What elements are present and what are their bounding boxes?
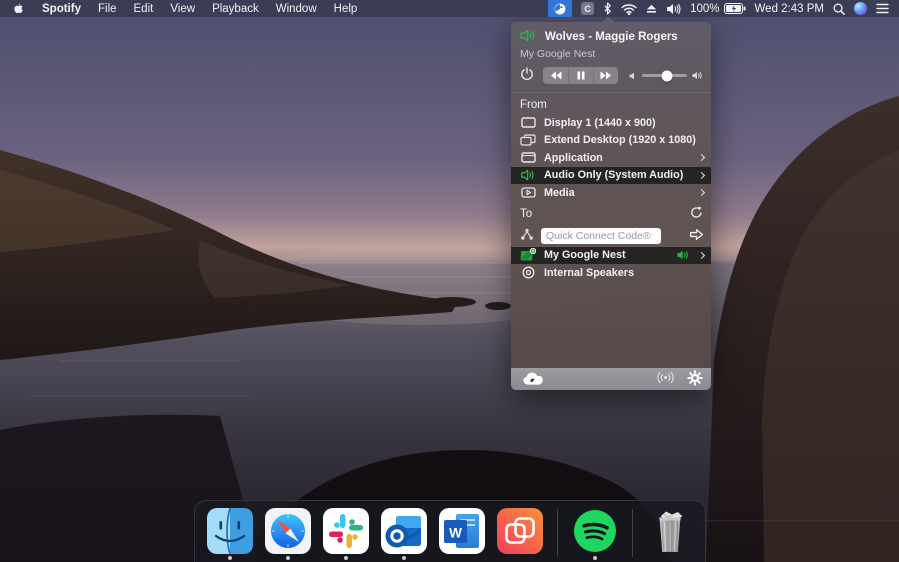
rewind-button[interactable] (543, 67, 568, 84)
volume-slider-thumb[interactable] (661, 70, 673, 81)
airparrot-cloud-icon[interactable] (520, 370, 550, 389)
running-indicator-dot (401, 556, 406, 560)
now-playing-header: Wolves - Maggie Rogers My Google Nest (511, 22, 711, 63)
panel-empty-area (511, 282, 711, 369)
menu-view[interactable]: View (170, 3, 195, 15)
dock-item-airparrot[interactable] (496, 508, 543, 560)
catalina-wallpaper-art (0, 0, 899, 562)
svg-text:W: W (449, 526, 462, 541)
volume-slider[interactable] (642, 70, 687, 81)
dock-item-safari[interactable] (264, 508, 311, 560)
connect-arrow-icon[interactable] (689, 228, 704, 244)
spotlight-search-icon[interactable] (833, 3, 845, 15)
volume-max-icon[interactable] (692, 71, 703, 80)
desktop-wallpaper (0, 0, 899, 562)
application-window-icon (520, 152, 536, 163)
airparrot-app-icon (496, 508, 543, 554)
from-item-audio-only[interactable]: Audio Only (System Audio) (511, 166, 711, 184)
to-item-google-nest[interactable]: My Google Nest (511, 246, 711, 264)
running-indicator-dot (285, 556, 290, 560)
running-indicator-dot (592, 556, 597, 560)
now-playing-device: My Google Nest (520, 48, 596, 60)
menu-bar: Spotify File Edit View Playback Window H… (0, 0, 899, 17)
spotify-icon (572, 508, 618, 554)
volume-control (629, 70, 703, 81)
from-item-application[interactable]: Application (511, 149, 711, 167)
running-indicator-dot (343, 556, 348, 560)
bluetooth-icon[interactable] (603, 2, 612, 15)
quick-connect-code-input[interactable] (541, 227, 661, 244)
quick-connect-row (511, 225, 711, 247)
now-playing-title: Wolves - Maggie Rogers (545, 31, 678, 43)
internal-speakers-icon (520, 266, 536, 279)
from-item-extend-desktop[interactable]: Extend Desktop (1920 x 1080) (511, 132, 711, 150)
word-icon: W (438, 508, 485, 554)
trash-full-icon (647, 508, 693, 554)
menu-playback[interactable]: Playback (212, 3, 259, 15)
dock: W (193, 500, 706, 562)
menu-file[interactable]: File (98, 3, 117, 15)
panel-footer (511, 368, 711, 390)
media-play-icon (520, 187, 536, 198)
battery-indicator[interactable]: 100% (690, 2, 746, 15)
chevron-right-icon (697, 189, 706, 197)
slack-icon (322, 508, 369, 554)
airparrot-menubar-icon-active[interactable] (548, 0, 573, 17)
dock-item-finder[interactable] (206, 508, 253, 560)
pause-button[interactable] (568, 67, 593, 84)
chevron-right-icon (697, 251, 706, 259)
active-app-menu[interactable]: Spotify (42, 3, 81, 15)
dock-item-word[interactable]: W (438, 508, 485, 560)
playback-controls (511, 63, 711, 90)
safari-icon (264, 508, 311, 554)
running-indicator-dot (227, 556, 232, 560)
google-nest-cast-icon (520, 248, 536, 262)
transport-button-group (543, 67, 618, 84)
dock-separator (631, 509, 633, 557)
to-item-internal-speakers[interactable]: Internal Speakers (511, 264, 711, 282)
from-section-label: From (511, 92, 711, 114)
notification-center-icon[interactable] (876, 3, 889, 14)
fast-forward-button[interactable] (593, 67, 618, 84)
menu-window[interactable]: Window (276, 3, 317, 15)
siri-icon[interactable] (854, 2, 867, 15)
dock-item-slack[interactable] (322, 508, 369, 560)
quick-connect-nodes-icon (520, 228, 534, 244)
broadcast-icon[interactable] (656, 371, 675, 387)
finder-icon (206, 508, 253, 554)
menu-edit[interactable]: Edit (134, 3, 154, 15)
chevron-right-icon (697, 154, 706, 162)
battery-charging-icon (723, 3, 746, 14)
dock-separator (556, 509, 558, 557)
audio-active-icon (677, 251, 688, 260)
extend-desktop-icon (520, 134, 536, 146)
now-playing-speaker-icon (520, 29, 537, 45)
menu-help[interactable]: Help (334, 3, 358, 15)
menu-bar-clock[interactable]: Wed 2:43 PM (755, 3, 824, 15)
volume-min-icon[interactable] (629, 72, 637, 80)
from-item-media[interactable]: Media (511, 184, 711, 202)
battery-percent: 100% (690, 2, 720, 15)
dock-item-trash[interactable] (647, 508, 693, 560)
display-icon (520, 117, 536, 128)
dock-item-outlook[interactable] (380, 508, 427, 560)
settings-gear-icon[interactable] (687, 369, 703, 389)
from-item-display-1[interactable]: Display 1 (1440 x 900) (511, 114, 711, 132)
outlook-icon (380, 508, 427, 554)
speaker-icon (520, 169, 536, 181)
volume-icon[interactable] (666, 3, 681, 15)
airparrot-dropdown-panel: Wolves - Maggie Rogers My Google Nest Fr… (511, 22, 711, 390)
wifi-icon[interactable] (621, 3, 637, 15)
refresh-icon[interactable] (690, 205, 703, 222)
apple-menu-icon[interactable] (12, 1, 25, 16)
dock-item-spotify[interactable] (572, 508, 618, 560)
power-button[interactable] (520, 67, 534, 84)
camtasia-menubar-icon[interactable]: C (581, 2, 595, 15)
to-section-label: To (511, 202, 711, 225)
chevron-right-icon (697, 171, 706, 179)
eject-icon[interactable] (646, 3, 657, 14)
